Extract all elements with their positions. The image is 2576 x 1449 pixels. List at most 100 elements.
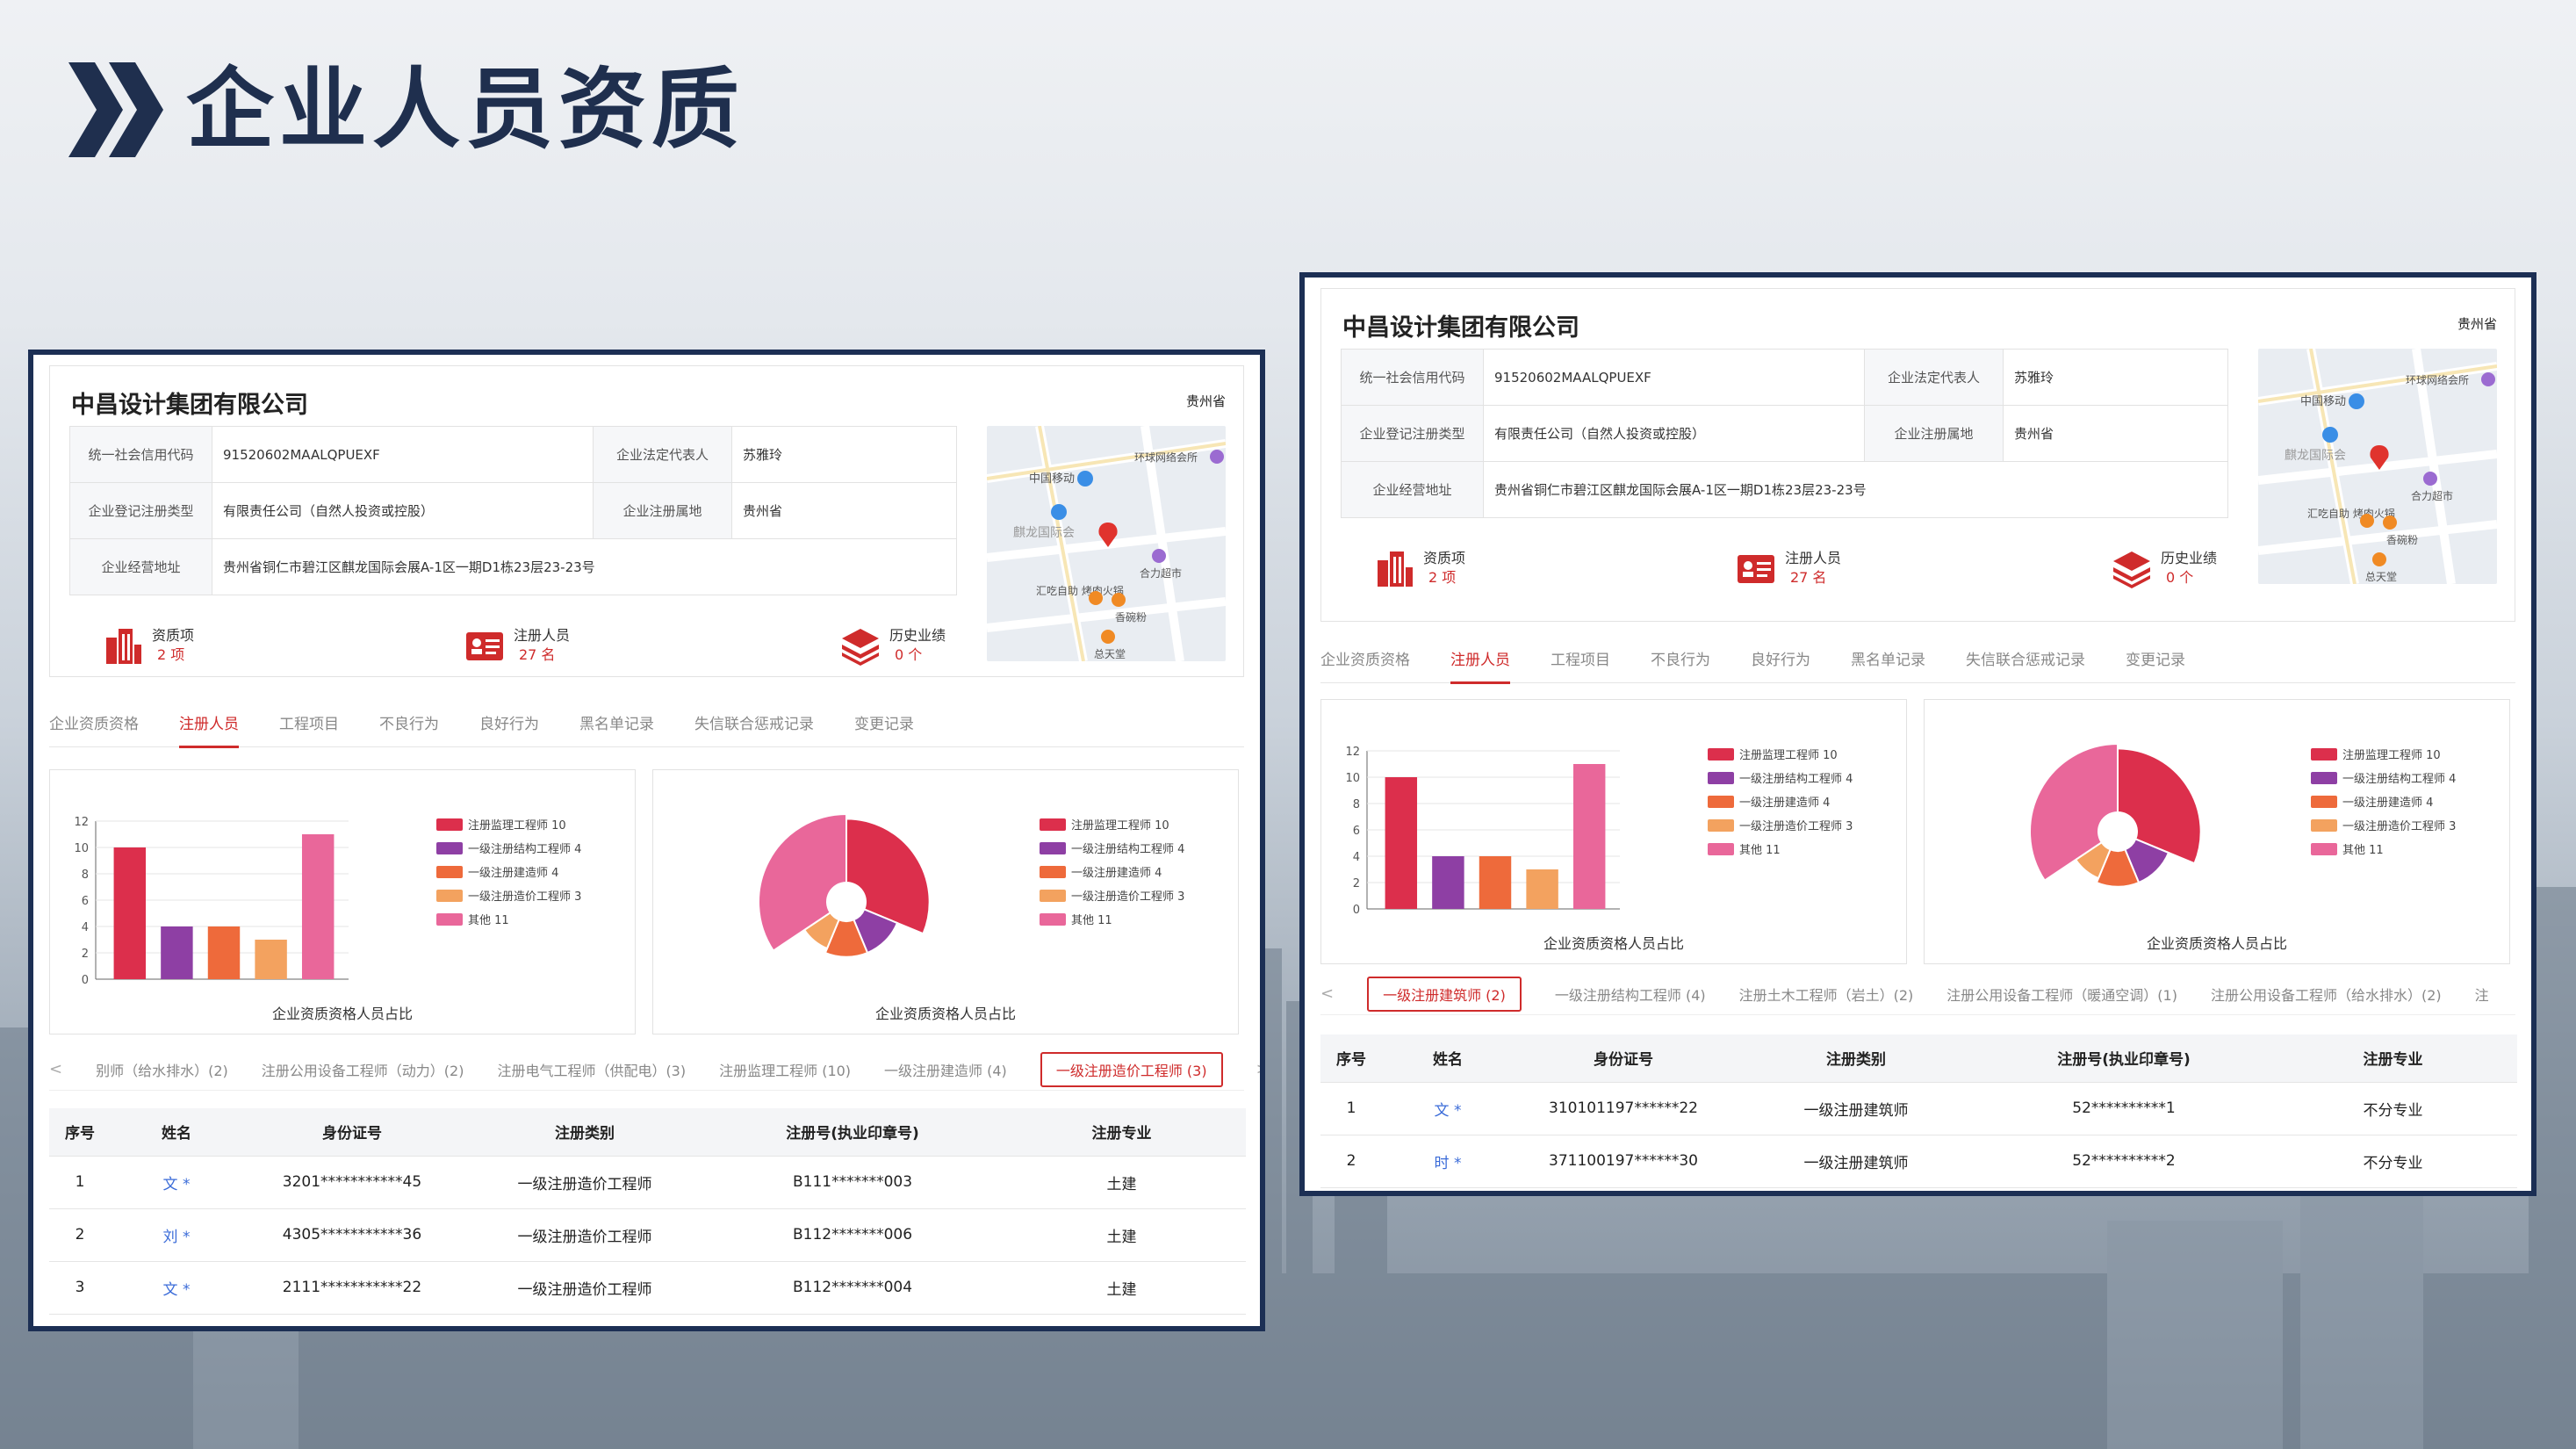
tab-registered-staff[interactable]: 注册人员 bbox=[179, 702, 239, 748]
y-tick-label: 12 bbox=[74, 816, 89, 829]
cert-type-tabs: < 一级注册建筑师 (2) 一级注册结构工程师 (4) 注册土木工程师（岩土）(… bbox=[1320, 973, 2515, 1015]
reg-place-label: 企业注册属地 bbox=[593, 482, 732, 539]
scroll-left-arrow-icon[interactable]: < bbox=[1320, 984, 1334, 1003]
legend-item[interactable]: 一级注册建造师 4 bbox=[1708, 789, 1853, 813]
legend-item[interactable]: 一级注册造价工程师 3 bbox=[436, 883, 581, 907]
tab-blacklist[interactable]: 黑名单记录 bbox=[1851, 638, 1925, 683]
legend-item[interactable]: 注册监理工程师 10 bbox=[1040, 812, 1184, 836]
bar-4[interactable] bbox=[301, 834, 335, 979]
tab-discredit[interactable]: 失信联合惩戒记录 bbox=[1966, 638, 2085, 683]
cell-name-link[interactable]: 文 * bbox=[1382, 1082, 1514, 1135]
legend-item[interactable]: 一级注册造价工程师 3 bbox=[1708, 813, 1853, 837]
tab-good-behavior[interactable]: 良好行为 bbox=[479, 702, 539, 747]
legend-item[interactable]: 一级注册造价工程师 3 bbox=[2311, 813, 2456, 837]
stat-history-projects[interactable]: 历史业绩 0 个 bbox=[840, 625, 946, 666]
cell-category: 一级注册建筑师 bbox=[1733, 1135, 1979, 1188]
legend-item[interactable]: 其他 11 bbox=[1040, 907, 1184, 931]
tab-projects[interactable]: 工程项目 bbox=[279, 702, 339, 747]
legend-item[interactable]: 一级注册建造师 4 bbox=[436, 860, 581, 883]
legend-item[interactable]: 注册监理工程师 10 bbox=[2311, 742, 2456, 766]
map-label-ring: 环球网络会所 bbox=[2406, 373, 2469, 386]
location-map[interactable]: 中国移动 环球网络会所 麒龙国际会 合力超市 汇吃自助 烤肉火锅 香碗粉 总天堂 bbox=[987, 426, 1226, 661]
bar-1[interactable] bbox=[1432, 856, 1464, 909]
y-tick-label: 4 bbox=[1353, 851, 1360, 864]
legend-item[interactable]: 一级注册建造师 4 bbox=[2311, 789, 2456, 813]
tab-discredit[interactable]: 失信联合惩戒记录 bbox=[694, 702, 814, 747]
tab-qualifications[interactable]: 企业资质资格 bbox=[49, 702, 139, 747]
bar-3[interactable] bbox=[1526, 869, 1558, 909]
y-tick-label: 0 bbox=[82, 974, 89, 987]
legend-item[interactable]: 一级注册结构工程师 4 bbox=[1708, 766, 1853, 789]
bar-0[interactable] bbox=[1385, 777, 1418, 909]
subtab-architect[interactable]: 一级注册建筑师 (2) bbox=[1367, 976, 1522, 1012]
legal-rep-value: 苏雅玲 bbox=[731, 426, 957, 483]
subtab-cost-engineer[interactable]: 一级注册造价工程师 (3) bbox=[1040, 1051, 1223, 1087]
scroll-left-arrow-icon[interactable]: < bbox=[49, 1060, 62, 1078]
stat-history-projects[interactable]: 历史业绩 0 个 bbox=[2112, 548, 2217, 588]
tab-good-behavior[interactable]: 良好行为 bbox=[1751, 638, 1810, 683]
subtab-hvac[interactable]: 注册公用设备工程师（暖通空调）(1) bbox=[1946, 984, 2177, 1005]
cell-name-link[interactable]: 时 * bbox=[1382, 1135, 1514, 1188]
legend-item[interactable]: 其他 11 bbox=[436, 907, 581, 931]
legend-item[interactable]: 其他 11 bbox=[2311, 837, 2456, 861]
tab-change-log[interactable]: 变更记录 bbox=[2126, 638, 2185, 683]
subtab-geotechnical[interactable]: 注册土木工程师（岩土）(2) bbox=[1739, 984, 1914, 1005]
stat-qualifications[interactable]: 资质项 2 项 bbox=[103, 625, 194, 666]
subtab-water-supply[interactable]: 别师（给水排水）(2) bbox=[96, 1059, 228, 1080]
y-tick-label: 10 bbox=[74, 842, 89, 855]
cell-major: 不分专业 bbox=[2269, 1135, 2517, 1188]
subtab-more[interactable]: 注 bbox=[2475, 984, 2489, 1005]
bar-4[interactable] bbox=[1572, 764, 1606, 909]
tab-bad-behavior[interactable]: 不良行为 bbox=[1651, 638, 1710, 683]
tab-bad-behavior[interactable]: 不良行为 bbox=[379, 702, 439, 747]
address-label: 企业经营地址 bbox=[1341, 461, 1484, 518]
legend-item[interactable]: 其他 11 bbox=[1708, 837, 1853, 861]
stats-row: 资质项 2 项 注册人员 27 名 历史业绩 0 个 bbox=[1374, 548, 2217, 588]
reg-type-label: 企业登记注册类型 bbox=[69, 482, 212, 539]
stat-qualifications[interactable]: 资质项 2 项 bbox=[1374, 548, 1465, 588]
tab-registered-staff[interactable]: 注册人员 bbox=[1450, 638, 1510, 684]
subtab-power-equipment[interactable]: 注册公用设备工程师（动力）(2) bbox=[262, 1059, 464, 1080]
tab-blacklist[interactable]: 黑名单记录 bbox=[579, 702, 654, 747]
legend-item[interactable]: 一级注册结构工程师 4 bbox=[2311, 766, 2456, 789]
bar-chart-panel: 0 2 4 6 8 10 12 注册监理工程师 10 一级注册结构工程师 4 一级注册建造师 4… bbox=[1320, 699, 1907, 964]
cell-reg-no: 52**********2 bbox=[1979, 1135, 2269, 1188]
bar-2[interactable] bbox=[1479, 856, 1512, 909]
tab-change-log[interactable]: 变更记录 bbox=[854, 702, 914, 747]
scroll-right-arrow-icon[interactable]: > bbox=[1256, 1060, 1260, 1078]
map-label-hehe: 合力超市 bbox=[1140, 566, 1182, 580]
cell-name-link[interactable]: 文 * bbox=[111, 1156, 242, 1209]
stat-registered-staff[interactable]: 注册人员 27 名 bbox=[464, 625, 570, 666]
legend-item[interactable]: 一级注册结构工程师 4 bbox=[436, 836, 581, 860]
y-tick-label: 6 bbox=[1353, 825, 1360, 838]
bar-2[interactable] bbox=[207, 926, 241, 979]
subtab-water-supply[interactable]: 注册公用设备工程师（给水排水）(2) bbox=[2211, 984, 2442, 1005]
tab-projects[interactable]: 工程项目 bbox=[1551, 638, 1610, 683]
stat-registered-staff[interactable]: 注册人员 27 名 bbox=[1736, 548, 1841, 588]
cell-name-link[interactable]: 文 * bbox=[111, 1261, 242, 1315]
poi-purple-icon bbox=[1210, 450, 1224, 464]
bar-3[interactable] bbox=[255, 940, 287, 979]
subtab-structural[interactable]: 一级注册结构工程师 (4) bbox=[1555, 984, 1706, 1005]
bar-0[interactable] bbox=[113, 847, 147, 979]
bar-1[interactable] bbox=[161, 926, 193, 979]
layers-icon bbox=[841, 629, 879, 666]
stat-history-label: 历史业绩 bbox=[2160, 550, 2217, 566]
tab-qualifications[interactable]: 企业资质资格 bbox=[1320, 638, 1410, 683]
legend-item[interactable]: 注册监理工程师 10 bbox=[436, 812, 581, 836]
pie-chart-caption: 企业资质资格人员占比 bbox=[2146, 935, 2287, 952]
legend-item[interactable]: 一级注册结构工程师 4 bbox=[1040, 836, 1184, 860]
cell-name-link[interactable]: 刘 * bbox=[111, 1208, 242, 1262]
legend-swatch bbox=[1040, 889, 1066, 902]
y-tick-label: 0 bbox=[1353, 904, 1360, 917]
staff-table: 序号 姓名 身份证号 注册类别 注册号(执业印章号) 注册专业 1文 * 3101… bbox=[1320, 1034, 2517, 1188]
subtab-electrical[interactable]: 注册电气工程师（供配电）(3) bbox=[497, 1059, 686, 1080]
legend-item[interactable]: 注册监理工程师 10 bbox=[1708, 742, 1853, 766]
subtab-supervision[interactable]: 注册监理工程师 (10) bbox=[719, 1059, 851, 1080]
legend-label: 其他 11 bbox=[2342, 844, 2384, 857]
legend-item[interactable]: 一级注册造价工程师 3 bbox=[1040, 883, 1184, 907]
subtab-constructor[interactable]: 一级注册建造师 (4) bbox=[884, 1059, 1007, 1080]
legend-label: 一级注册建造师 4 bbox=[1071, 867, 1162, 880]
legend-item[interactable]: 一级注册建造师 4 bbox=[1040, 860, 1184, 883]
location-map[interactable]: 中国移动 环球网络会所 麒龙国际会 合力超市 汇吃自助 烤肉火锅 香碗粉 总天堂 bbox=[2258, 349, 2497, 584]
